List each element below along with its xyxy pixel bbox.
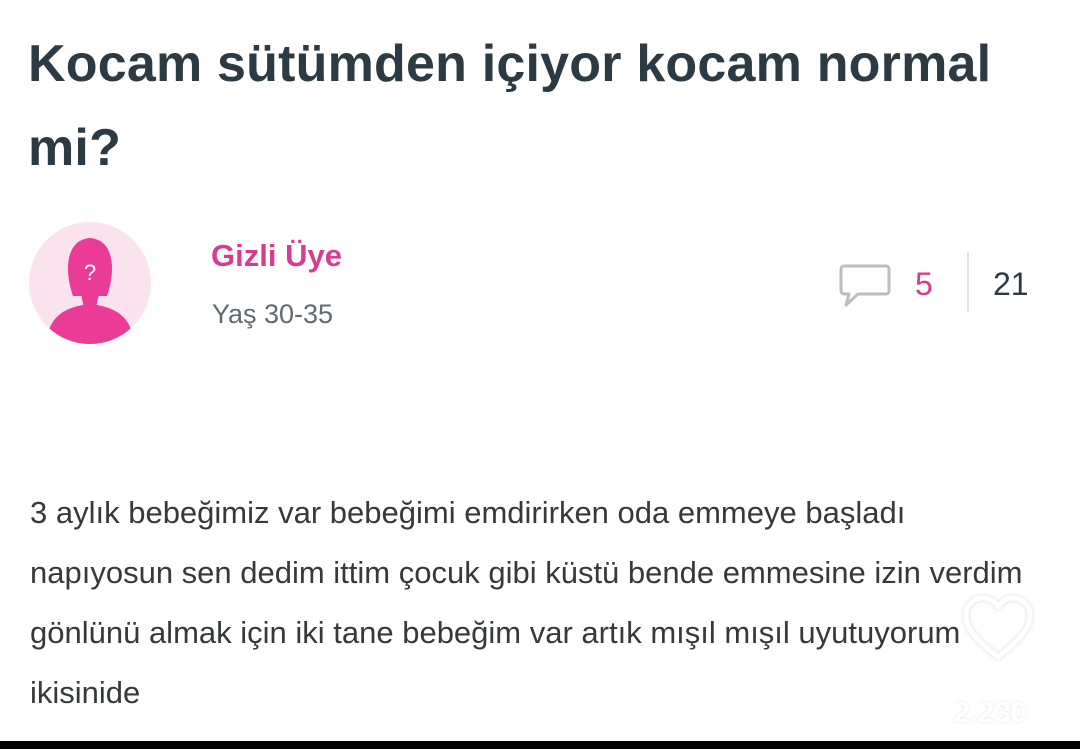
stats-divider (967, 252, 969, 312)
post-title: Kocam sütümden içiyor kocam normal mi? (28, 35, 992, 177)
author-name[interactable]: Gizli Üye (211, 234, 342, 278)
author-age: Yaş 30-35 (212, 299, 334, 329)
post-page: Kocam sütümden içiyor kocam normal mi? ?… (0, 0, 1080, 741)
anonymous-woman-icon: ? (47, 238, 133, 344)
comment-count[interactable]: 5 (915, 264, 933, 304)
heart-outline-icon[interactable] (960, 593, 1036, 663)
view-count: 21 (993, 266, 1029, 302)
post-body: 3 aylık bebeğimiz var bebeğimi emdirirke… (30, 495, 1023, 710)
comment-bubble-icon[interactable] (838, 262, 892, 310)
author-avatar[interactable]: ? (29, 222, 151, 344)
avatar-question-mark: ? (84, 260, 96, 285)
like-count: 2.230 (954, 697, 1027, 729)
